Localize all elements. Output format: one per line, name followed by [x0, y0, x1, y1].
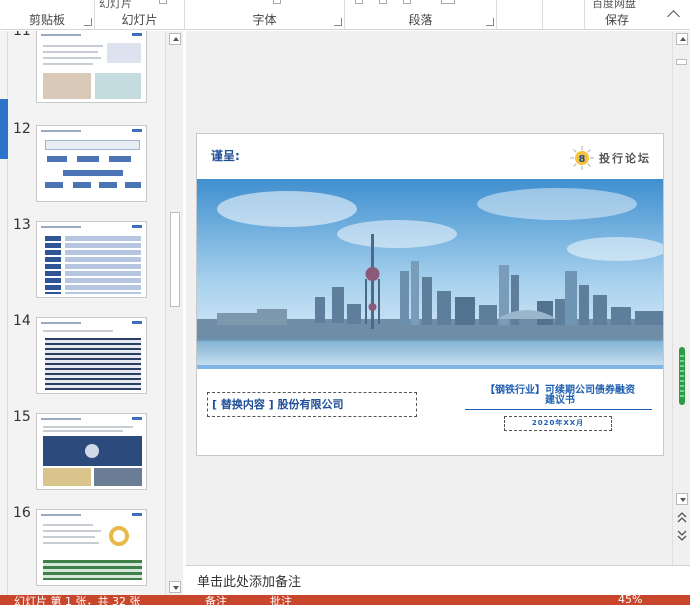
ribbon-group-font: 字体 — [185, 0, 345, 30]
editor-scroll-thumb[interactable] — [676, 59, 687, 65]
status-bar: 幻灯片 第 1 张，共 32 张 备注 批注 45% — [0, 595, 690, 605]
brand-logo-group: 8 投行论坛 — [569, 144, 651, 172]
company-name-box[interactable]: [ 替换内容 ] 股份有限公司 — [207, 392, 417, 417]
align-left-icon[interactable] — [355, 0, 363, 4]
slide-editor-area: 谨呈: 8 投行论坛 [替换内容] 股份有限公司 【钢铁行业】可续期公司债券… — [186, 31, 672, 565]
ribbon-group-slides: 幻灯片 幻灯片 — [95, 0, 185, 30]
ribbon-group-slides-label: 幻灯片 — [121, 13, 158, 27]
slide-number-14: 14 — [13, 313, 31, 329]
status-zoom-level[interactable]: 45% — [618, 595, 642, 605]
thumbnails-scrollbar[interactable] — [165, 31, 183, 595]
slide-number-12: 12 — [13, 121, 31, 137]
ribbon-group-save-label: 保存 — [604, 13, 629, 27]
ribbon-group-drawing — [497, 0, 543, 30]
slide-thumbnail-15[interactable] — [36, 413, 147, 490]
title-underline — [465, 409, 652, 410]
layout-dropdown-icon[interactable] — [159, 0, 167, 4]
slide-thumbnails-pane: 11 12 13 14 15 16 — [8, 31, 165, 595]
font-color-icon[interactable] — [273, 0, 281, 4]
current-slide[interactable]: 谨呈: 8 投行论坛 [替换内容] 股份有限公司 【钢铁行业】可续期公司债券… — [196, 133, 664, 456]
slide-number-11: 11 — [13, 31, 31, 39]
brand-name: 投行论坛 — [599, 152, 651, 165]
ribbon-group-paragraph-label: 段落 — [408, 13, 433, 27]
collapse-ribbon-icon[interactable] — [667, 10, 680, 23]
slide-thumbnail-12[interactable] — [36, 125, 147, 202]
proposal-title[interactable]: 【钢铁行业】可续期公司债券融资 建议书 — [465, 386, 655, 406]
status-slide-info: 幻灯片 第 1 张，共 32 张 — [14, 595, 141, 605]
proposal-title-line2: 建议书 — [545, 395, 575, 406]
notes-placeholder: 单击此处添加备注 — [197, 575, 302, 590]
next-slide-icon[interactable] — [676, 528, 688, 542]
city-skyline-image — [197, 179, 663, 369]
ribbon-group-paragraph: 段落 — [345, 0, 497, 30]
baidu-netdisk-button[interactable]: 百度网盘 — [592, 0, 636, 11]
slide-number-13: 13 — [13, 217, 31, 233]
thumbnails-scroll-down-icon[interactable] — [169, 581, 181, 593]
font-launcher-icon[interactable] — [334, 18, 342, 26]
thumbnails-scroll-up-icon[interactable] — [169, 33, 181, 45]
clipboard-launcher-icon[interactable] — [84, 18, 92, 26]
status-comments-button[interactable]: 批注 — [270, 595, 292, 605]
slide-thumbnail-14[interactable] — [36, 317, 147, 394]
new-slide-button[interactable]: 幻灯片 — [99, 0, 132, 11]
previous-slide-icon[interactable] — [676, 511, 688, 525]
slide-number-16: 16 — [13, 505, 31, 521]
paragraph-launcher-icon[interactable] — [486, 18, 494, 26]
date-box[interactable]: 2020年XX月 — [504, 416, 612, 431]
slide-number-15: 15 — [13, 409, 31, 425]
grammar-indicator-icon — [679, 347, 685, 405]
editor-scrollbar[interactable] — [672, 31, 690, 565]
brand-logo-icon: 8 — [569, 145, 595, 171]
slide-thumbnail-11[interactable] — [36, 31, 147, 103]
thumbnails-scroll-thumb[interactable] — [170, 212, 180, 307]
ribbon-group-clipboard: 剪贴板 — [0, 0, 95, 30]
columns-icon[interactable] — [441, 0, 455, 4]
status-notes-button[interactable]: 备注 — [205, 595, 227, 605]
ribbon-group-font-label: 字体 — [252, 13, 277, 27]
slide-thumbnail-16[interactable] — [36, 509, 147, 586]
ribbon-group-clipboard-label: 剪贴板 — [28, 13, 65, 27]
slide-greeting[interactable]: 谨呈: — [211, 147, 240, 164]
slide-thumbnail-13[interactable] — [36, 221, 147, 298]
brand-mark-text: 8 — [579, 154, 586, 165]
ribbon-group-save: 百度网盘 保存 — [584, 0, 649, 30]
notes-pane[interactable]: 单击此处添加备注 — [186, 566, 690, 595]
editor-scroll-up-icon[interactable] — [676, 33, 688, 45]
left-edge-strip — [0, 31, 8, 595]
align-center-icon[interactable] — [379, 0, 387, 4]
left-edge-accent — [0, 99, 8, 159]
ribbon: 剪贴板 幻灯片 幻灯片 字体 段落 百度网盘 保存 — [0, 0, 690, 30]
align-right-icon[interactable] — [403, 0, 411, 4]
editor-scroll-down-icon[interactable] — [676, 493, 688, 505]
